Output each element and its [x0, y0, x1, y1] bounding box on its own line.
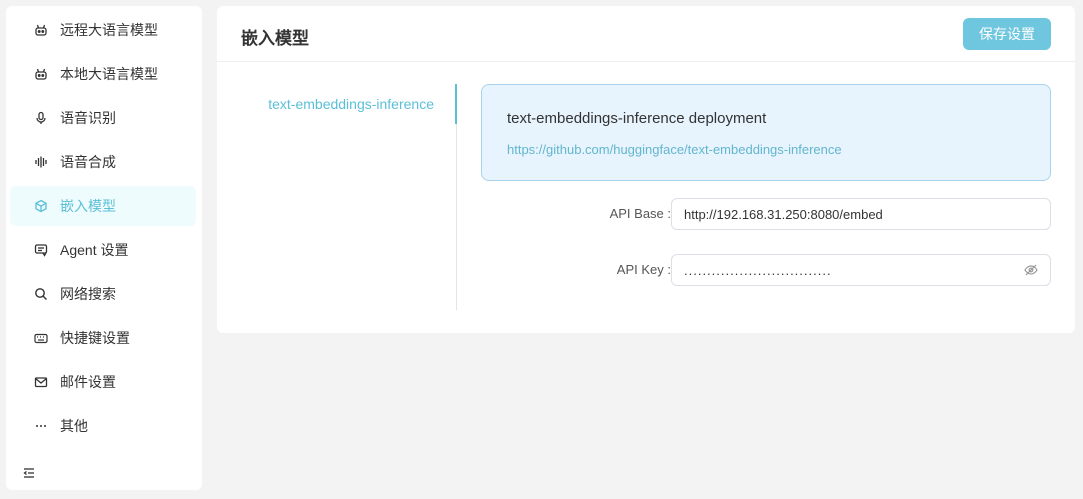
agent-icon	[34, 243, 48, 257]
api-key-input[interactable]	[684, 262, 1024, 278]
sidebar-item-web-search[interactable]: 网络搜索	[10, 274, 196, 314]
tab-text-embeddings-inference[interactable]: text-embeddings-inference	[216, 84, 457, 124]
main-panel: 嵌入模型 保存设置 text-embeddings-inference text…	[217, 6, 1075, 333]
collapse-menu-icon[interactable]	[22, 466, 36, 480]
page-title: 嵌入模型	[241, 29, 309, 48]
sidebar-item-label: 语音合成	[60, 154, 116, 170]
keyboard-icon	[34, 331, 48, 345]
eye-off-icon[interactable]	[1024, 263, 1038, 277]
sidebar: 远程大语言模型 本地大语言模型 语音识别 语音合成 嵌入模型 Agent 设置	[6, 6, 202, 490]
provider-info-link[interactable]: https://github.com/huggingface/text-embe…	[507, 142, 842, 157]
sidebar-item-label: 网络搜索	[60, 286, 116, 302]
provider-info-box: text-embeddings-inference deployment htt…	[481, 84, 1051, 181]
api-base-label: API Base :	[609, 206, 671, 221]
search-icon	[34, 287, 48, 301]
api-base-row: API Base :	[481, 198, 1051, 230]
sidebar-item-label: 嵌入模型	[60, 198, 116, 214]
sidebar-item-speech-recognition[interactable]: 语音识别	[10, 98, 196, 138]
robot-icon	[34, 23, 48, 37]
api-base-input[interactable]	[684, 206, 1038, 222]
microphone-icon	[34, 111, 48, 125]
sidebar-item-speech-synthesis[interactable]: 语音合成	[10, 142, 196, 182]
sidebar-item-label: 邮件设置	[60, 374, 116, 390]
api-base-input-wrapper	[671, 198, 1051, 230]
provider-tab-list: text-embeddings-inference	[217, 84, 457, 310]
active-tab-indicator	[455, 84, 457, 124]
sidebar-item-label: 远程大语言模型	[60, 22, 158, 38]
save-settings-button[interactable]: 保存设置	[963, 18, 1051, 50]
sidebar-item-label: Agent 设置	[60, 242, 129, 258]
sidebar-item-local-llm[interactable]: 本地大语言模型	[10, 54, 196, 94]
sidebar-item-label: 本地大语言模型	[60, 66, 158, 82]
sidebar-item-label: 快捷键设置	[60, 330, 130, 346]
tab-label: text-embeddings-inference	[268, 96, 434, 112]
more-icon	[34, 419, 48, 433]
sidebar-item-remote-llm[interactable]: 远程大语言模型	[10, 10, 196, 50]
main-header: 嵌入模型 保存设置	[217, 6, 1075, 62]
sidebar-item-label: 其他	[60, 418, 88, 434]
sidebar-item-shortcut-settings[interactable]: 快捷键设置	[10, 318, 196, 358]
waveform-icon	[34, 155, 48, 169]
sidebar-item-embedding-model[interactable]: 嵌入模型	[10, 186, 196, 226]
api-key-input-wrapper	[671, 254, 1051, 286]
sidebar-item-other[interactable]: 其他	[10, 406, 196, 446]
api-key-label: API Key :	[616, 262, 671, 277]
sidebar-item-label: 语音识别	[60, 110, 116, 126]
robot-icon	[34, 67, 48, 81]
api-key-row: API Key :	[481, 254, 1051, 286]
mail-icon	[34, 375, 48, 389]
sidebar-item-mail-settings[interactable]: 邮件设置	[10, 362, 196, 402]
cube-icon	[34, 199, 48, 213]
sidebar-item-agent-settings[interactable]: Agent 设置	[10, 230, 196, 270]
provider-info-title: text-embeddings-inference deployment	[507, 110, 767, 127]
